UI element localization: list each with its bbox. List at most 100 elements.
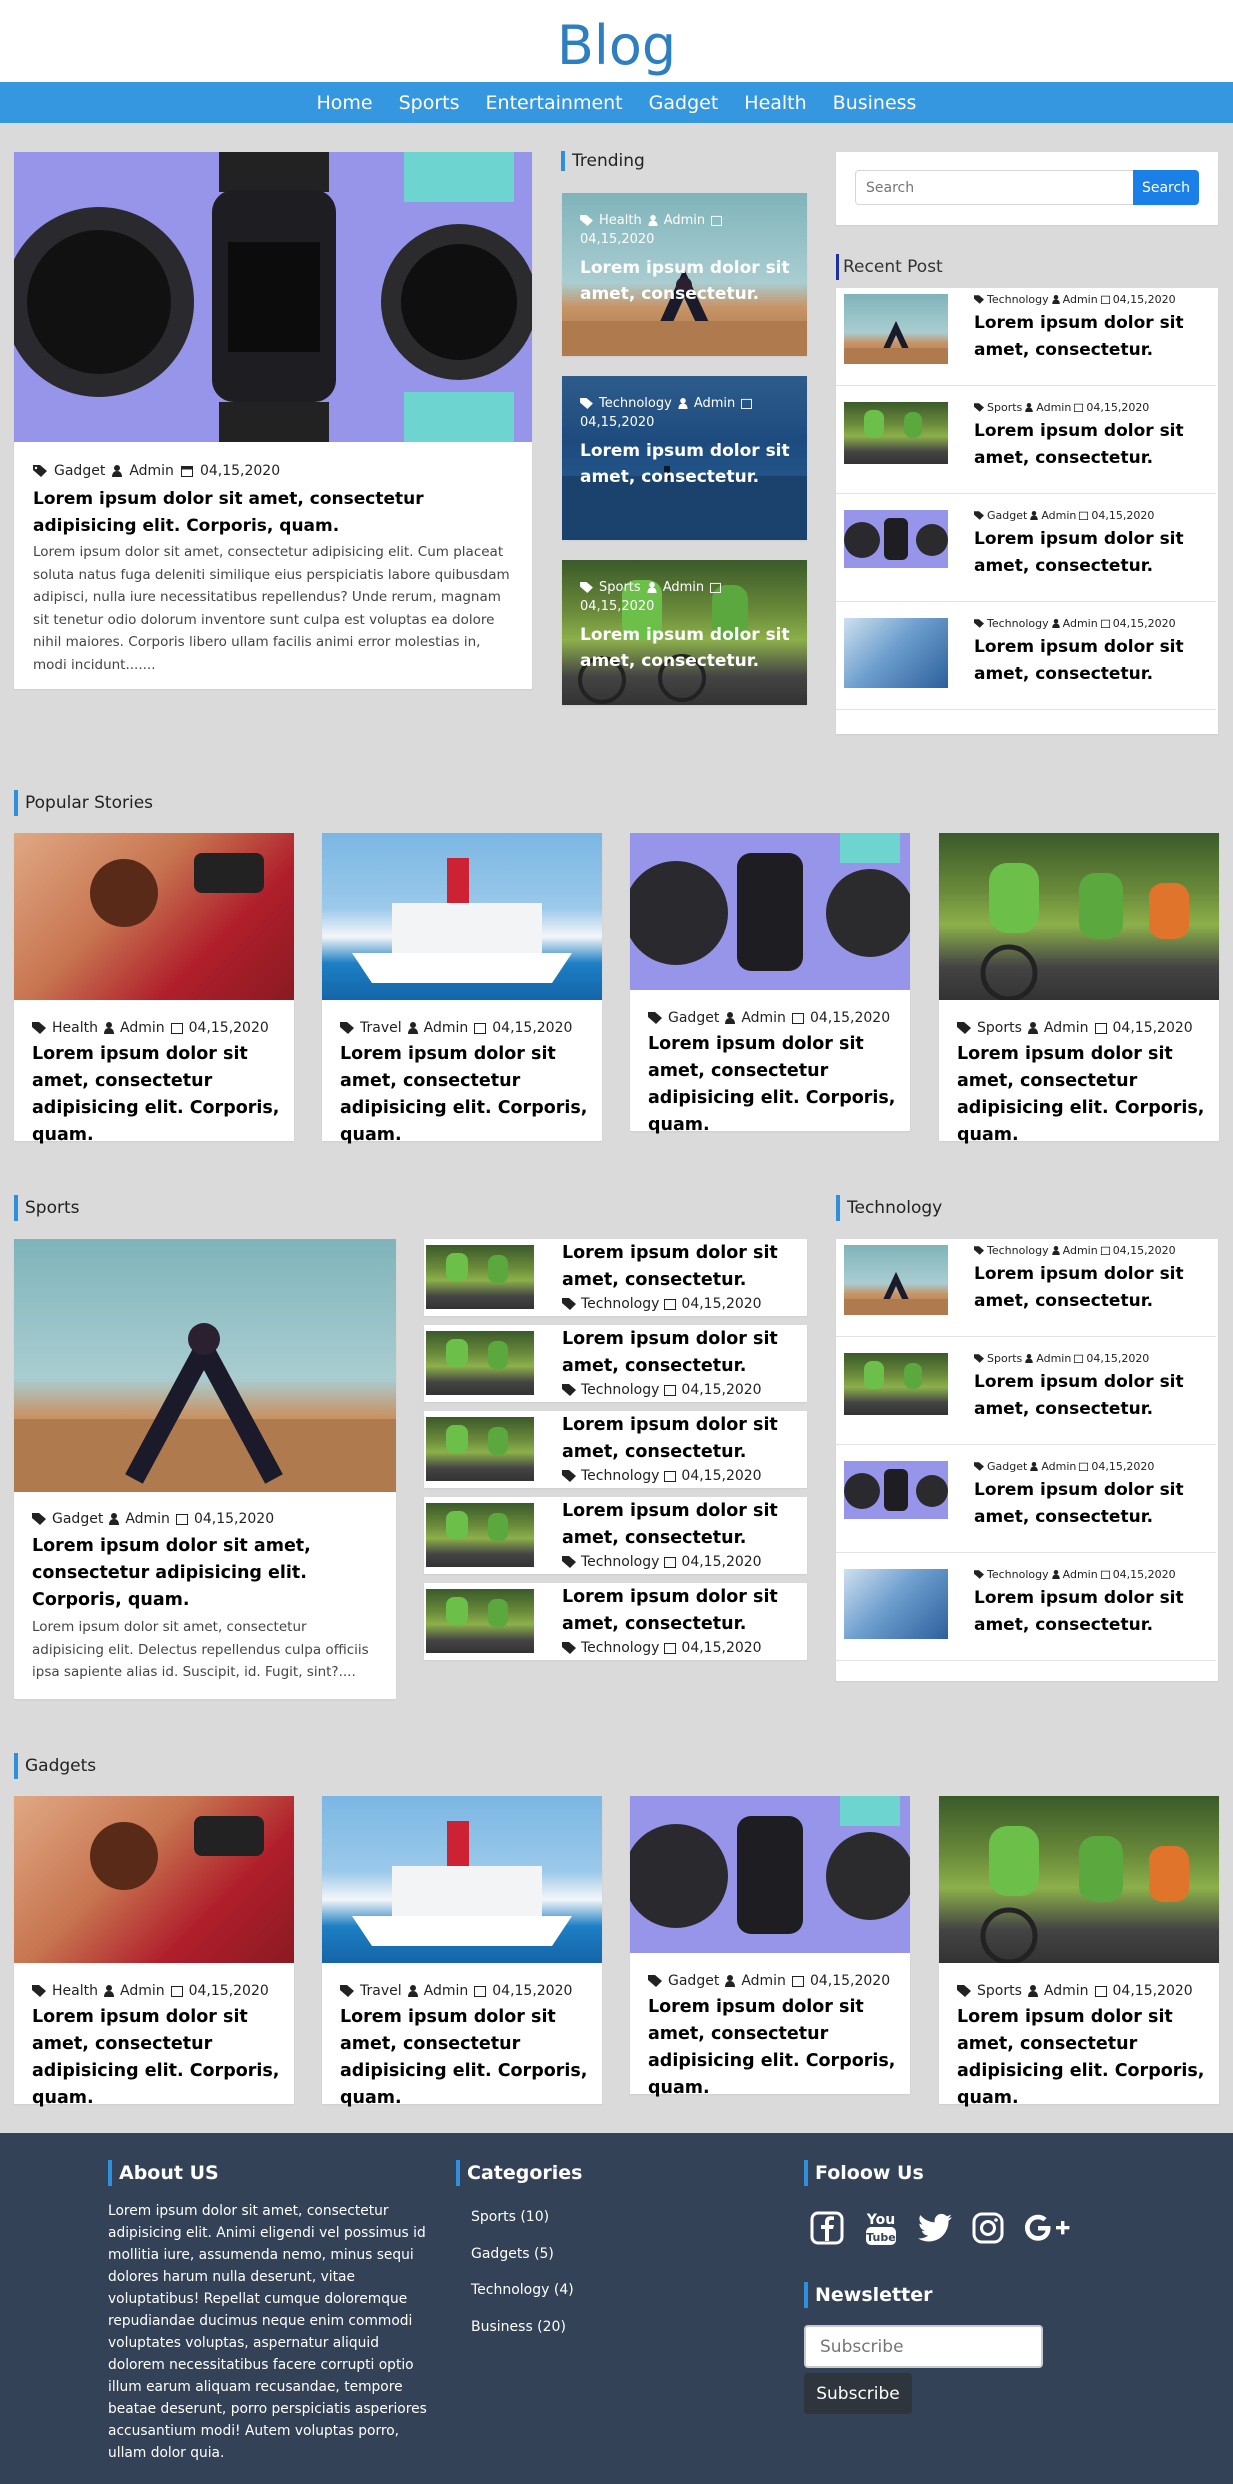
recent-author-4[interactable]: Admin — [1063, 617, 1098, 630]
gadgets-title-2[interactable]: Lorem ipsum dolor sit amet, consectetur … — [340, 2004, 594, 2112]
gadgets-title-4[interactable]: Lorem ipsum dolor sit amet, consectetur … — [957, 2004, 1211, 2112]
technology-category-4[interactable]: Technology — [987, 1568, 1049, 1581]
sports-list-thumb-3[interactable] — [426, 1417, 534, 1481]
sports-list-item-5[interactable]: Lorem ipsum dolor sit amet, consectetur.… — [424, 1583, 807, 1660]
footer-category-technology[interactable]: Technology (4) — [471, 2282, 574, 2298]
nav-health[interactable]: Health — [744, 92, 806, 114]
popular-author-2[interactable]: Admin — [424, 1020, 469, 1036]
technology-title-2[interactable]: Lorem ipsum dolor sit amet, consectetur. — [974, 1369, 1196, 1423]
sports-main-category[interactable]: Gadget — [52, 1511, 103, 1527]
sports-list-category-1[interactable]: Technology — [581, 1296, 659, 1312]
recent-item-1[interactable]: Technology Admin 04,15,2020 Lorem ipsum … — [836, 288, 1216, 386]
trending-card-2[interactable]: Technology Admin 04,15,2020 Lorem ipsum … — [562, 376, 807, 540]
nav-home[interactable]: Home — [317, 92, 373, 114]
recent-title-3[interactable]: Lorem ipsum dolor sit amet, consectetur. — [974, 526, 1196, 580]
technology-item-4[interactable]: Technology Admin 04,15,2020 Lorem ipsum … — [836, 1563, 1216, 1661]
gadgets-title-1[interactable]: Lorem ipsum dolor sit amet, consectetur … — [32, 2004, 286, 2112]
gadgets-card-1[interactable]: Health Admin 04,15,2020 Lorem ipsum dolo… — [14, 1796, 294, 2108]
technology-thumb-3[interactable] — [844, 1461, 948, 1519]
sports-main-image[interactable] — [14, 1239, 396, 1492]
technology-author-1[interactable]: Admin — [1063, 1244, 1098, 1257]
technology-item-2[interactable]: Sports Admin 04,15,2020 Lorem ipsum dolo… — [836, 1347, 1216, 1445]
gadgets-image-2[interactable] — [322, 1796, 602, 1963]
twitter-icon[interactable] — [918, 2213, 952, 2247]
popular-category-1[interactable]: Health — [52, 1020, 98, 1036]
gadgets-card-2[interactable]: Travel Admin 04,15,2020 Lorem ipsum dolo… — [322, 1796, 602, 2108]
recent-item-2[interactable]: Sports Admin 04,15,2020 Lorem ipsum dolo… — [836, 396, 1216, 494]
trending-title-3[interactable]: Lorem ipsum dolor sit amet, consectetur. — [580, 622, 795, 674]
recent-author-3[interactable]: Admin — [1041, 509, 1076, 522]
sports-list-thumb-4[interactable] — [426, 1503, 534, 1567]
sports-main-title[interactable]: Lorem ipsum dolor sit amet, consectetur … — [32, 1533, 382, 1614]
trending-category-3[interactable]: Sports — [599, 580, 641, 595]
sports-list-title-2[interactable]: Lorem ipsum dolor sit amet, consectetur. — [562, 1326, 802, 1380]
trending-category-2[interactable]: Technology — [599, 396, 672, 411]
gadgets-image-3[interactable] — [630, 1796, 910, 1953]
technology-author-3[interactable]: Admin — [1041, 1460, 1076, 1473]
gadgets-title-3[interactable]: Lorem ipsum dolor sit amet, consectetur … — [648, 1994, 902, 2102]
site-title[interactable]: Blog — [0, 14, 1233, 77]
popular-author-1[interactable]: Admin — [120, 1020, 165, 1036]
popular-category-4[interactable]: Sports — [977, 1020, 1022, 1036]
technology-item-3[interactable]: Gadget Admin 04,15,2020 Lorem ipsum dolo… — [836, 1455, 1216, 1553]
subscribe-input[interactable] — [804, 2325, 1043, 2368]
gadgets-author-1[interactable]: Admin — [120, 1983, 165, 1999]
recent-category-3[interactable]: Gadget — [987, 509, 1027, 522]
sports-main-author[interactable]: Admin — [125, 1511, 170, 1527]
trending-title-2[interactable]: Lorem ipsum dolor sit amet, consectetur. — [580, 438, 795, 490]
featured-post-title[interactable]: Lorem ipsum dolor sit amet, consectetur … — [33, 486, 513, 540]
recent-category-2[interactable]: Sports — [987, 401, 1022, 414]
technology-category-3[interactable]: Gadget — [987, 1460, 1027, 1473]
gadgets-category-1[interactable]: Health — [52, 1983, 98, 1999]
popular-author-3[interactable]: Admin — [741, 1010, 786, 1026]
recent-author-1[interactable]: Admin — [1063, 293, 1098, 306]
featured-post-category[interactable]: Gadget — [54, 463, 105, 479]
featured-post-image[interactable] — [14, 152, 532, 442]
sports-list-item-4[interactable]: Lorem ipsum dolor sit amet, consectetur.… — [424, 1497, 807, 1574]
recent-title-4[interactable]: Lorem ipsum dolor sit amet, consectetur. — [974, 634, 1196, 688]
footer-category-business[interactable]: Business (20) — [471, 2319, 566, 2335]
trending-card-3[interactable]: Sports Admin 04,15,2020 Lorem ipsum dolo… — [562, 560, 807, 705]
sports-list-title-5[interactable]: Lorem ipsum dolor sit amet, consectetur. — [562, 1584, 802, 1638]
sports-main-card[interactable]: Gadget Admin 04,15,2020 Lorem ipsum dolo… — [14, 1239, 396, 1699]
technology-item-1[interactable]: Technology Admin 04,15,2020 Lorem ipsum … — [836, 1239, 1216, 1337]
trending-author-3[interactable]: Admin — [663, 580, 704, 595]
recent-item-3[interactable]: Gadget Admin 04,15,2020 Lorem ipsum dolo… — [836, 504, 1216, 602]
featured-post-author[interactable]: Admin — [129, 463, 174, 479]
popular-title-2[interactable]: Lorem ipsum dolor sit amet, consectetur … — [340, 1041, 594, 1149]
google-plus-icon[interactable] — [1024, 2213, 1072, 2247]
popular-image-2[interactable] — [322, 833, 602, 1000]
technology-thumb-4[interactable] — [844, 1569, 948, 1639]
gadgets-card-3[interactable]: Gadget Admin 04,15,2020 Lorem ipsum dolo… — [630, 1796, 910, 2098]
nav-entertainment[interactable]: Entertainment — [486, 92, 623, 114]
nav-sports[interactable]: Sports — [399, 92, 460, 114]
nav-business[interactable]: Business — [833, 92, 917, 114]
popular-category-2[interactable]: Travel — [360, 1020, 402, 1036]
footer-category-sports[interactable]: Sports (10) — [471, 2209, 549, 2225]
sports-list-category-2[interactable]: Technology — [581, 1382, 659, 1398]
gadgets-image-4[interactable] — [939, 1796, 1219, 1963]
recent-title-2[interactable]: Lorem ipsum dolor sit amet, consectetur. — [974, 418, 1196, 472]
trending-title-1[interactable]: Lorem ipsum dolor sit amet, consectetur. — [580, 255, 795, 307]
technology-thumb-2[interactable] — [844, 1353, 948, 1415]
trending-author-1[interactable]: Admin — [664, 213, 705, 228]
technology-title-1[interactable]: Lorem ipsum dolor sit amet, consectetur. — [974, 1261, 1196, 1315]
recent-thumb-2[interactable] — [844, 402, 948, 464]
popular-card-2[interactable]: Travel Admin 04,15,2020 Lorem ipsum dolo… — [322, 833, 602, 1145]
popular-card-3[interactable]: Gadget Admin 04,15,2020 Lorem ipsum dolo… — [630, 833, 910, 1135]
sports-list-category-4[interactable]: Technology — [581, 1554, 659, 1570]
technology-title-3[interactable]: Lorem ipsum dolor sit amet, consectetur. — [974, 1477, 1196, 1531]
sports-list-item-2[interactable]: Lorem ipsum dolor sit amet, consectetur.… — [424, 1325, 807, 1402]
facebook-icon[interactable] — [810, 2211, 844, 2249]
technology-category-2[interactable]: Sports — [987, 1352, 1022, 1365]
gadgets-card-4[interactable]: Sports Admin 04,15,2020 Lorem ipsum dolo… — [939, 1796, 1219, 2108]
trending-card-1[interactable]: Health Admin 04,15,2020 Lorem ipsum dolo… — [562, 193, 807, 356]
sports-list-title-1[interactable]: Lorem ipsum dolor sit amet, consectetur. — [562, 1240, 802, 1294]
trending-author-2[interactable]: Admin — [694, 396, 735, 411]
technology-author-4[interactable]: Admin — [1063, 1568, 1098, 1581]
gadgets-image-1[interactable] — [14, 1796, 294, 1963]
search-button[interactable]: Search — [1133, 170, 1199, 205]
sports-list-item-1[interactable]: Lorem ipsum dolor sit amet, consectetur.… — [424, 1239, 807, 1316]
recent-thumb-1[interactable] — [844, 294, 948, 364]
popular-card-1[interactable]: Health Admin 04,15,2020 Lorem ipsum dolo… — [14, 833, 294, 1145]
